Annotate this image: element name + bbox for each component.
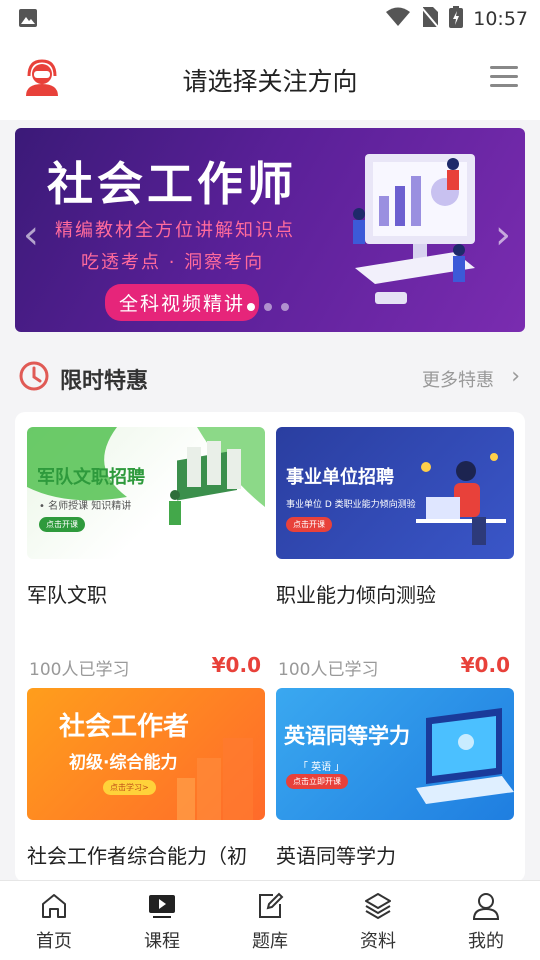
course-thumbnail: 军队文职招聘 • 名师授课 知识精讲 点击开课 (27, 427, 265, 559)
banner-title: 社会工作师 (47, 157, 297, 211)
section-title: 限时特惠 (60, 369, 149, 394)
thumbnail-subtitle: 「 英语 」 (298, 762, 345, 773)
course-name: 职业能力倾向测验 (276, 583, 436, 607)
layers-icon (365, 893, 391, 920)
thumbnail-title: 事业单位招聘 (286, 467, 394, 488)
banner-tagline: 吃透考点 · 洞察考向 (81, 252, 265, 273)
banner-subtitle: 精编教材全方位讲解知识点 (55, 220, 295, 241)
banner-next-arrow[interactable]: › (495, 212, 511, 258)
course-thumbnail: 事业单位招聘 事业单位 D 类职业能力倾向测验 点击开课 (276, 427, 514, 559)
wifi-icon (385, 7, 411, 31)
course-name: 社会工作者综合能力（初 (27, 844, 247, 868)
banner-dot[interactable] (247, 303, 255, 311)
course-thumbnail: 英语同等学力 「 英语 」 点击立即开课 (276, 688, 514, 820)
course-price: ¥0.0 (211, 653, 261, 677)
tab-label: 首页 (36, 931, 72, 952)
thumbnail-button: 点击开课 (39, 517, 85, 532)
promo-banner[interactable]: 社会工作师 精编教材全方位讲解知识点 吃透考点 · 洞察考向 全科视频精讲 ‹ … (15, 128, 525, 332)
thumbnail-subtitle: • 名师授课 知识精讲 (39, 501, 132, 512)
learner-count: 100人已学习 (29, 660, 130, 680)
gallery-notification-icon (18, 8, 38, 32)
tab-question-bank[interactable]: 题库 (216, 881, 324, 960)
status-bar: 10:57 (0, 0, 540, 36)
course-price: ¥0.0 (460, 653, 510, 677)
tab-label: 课程 (144, 931, 180, 952)
chevron-right-icon[interactable]: › (511, 364, 520, 389)
tab-label: 题库 (252, 931, 288, 952)
thumbnail-subtitle: 初级·综合能力 (69, 753, 178, 773)
home-icon (42, 894, 66, 918)
course-thumbnail: 社会工作者 初级·综合能力 点击学习> (27, 688, 265, 820)
banner-illustration (353, 154, 475, 304)
thumbnail-button: 点击立即开课 (286, 774, 348, 789)
tab-materials[interactable]: 资料 (324, 881, 432, 960)
tab-profile[interactable]: 我的 (432, 881, 540, 960)
thumbnail-title: 社会工作者 (59, 712, 190, 742)
edit-icon (259, 892, 284, 918)
thumbnail-title: 军队文职招聘 (37, 467, 145, 488)
tab-label: 我的 (468, 931, 504, 952)
header: 请选择关注方向 (0, 36, 540, 120)
tab-courses[interactable]: 课程 (108, 881, 216, 960)
battery-charging-icon (449, 6, 464, 32)
course-name: 英语同等学力 (276, 844, 396, 868)
video-icon (149, 895, 175, 918)
banner-dot[interactable] (281, 303, 289, 311)
thumbnail-button: 点击开课 (286, 517, 332, 532)
no-sim-icon (421, 6, 439, 32)
learner-count: 100人已学习 (278, 660, 379, 680)
menu-icon[interactable] (490, 66, 518, 88)
banner-pagination (247, 303, 289, 311)
more-deals-link[interactable]: 更多特惠 (422, 366, 494, 392)
clock-icon (18, 360, 50, 392)
status-time: 10:57 (473, 8, 528, 30)
thumbnail-subtitle: 事业单位 D 类职业能力倾向测验 (286, 500, 416, 510)
tab-home[interactable]: 首页 (0, 881, 108, 960)
thumbnail-title: 英语同等学力 (284, 724, 410, 748)
course-name: 军队文职 (27, 583, 107, 607)
section-header: 限时特惠 更多特惠 › (0, 350, 540, 406)
course-panel: 军队文职招聘 • 名师授课 知识精讲 点击开课 军队文职 100人已学习 ¥0.… (15, 412, 525, 882)
banner-prev-arrow[interactable]: ‹ (23, 212, 39, 258)
page-title: 请选择关注方向 (182, 67, 358, 96)
banner-dot[interactable] (264, 303, 272, 311)
banner-pill: 全科视频精讲 (105, 284, 260, 321)
thumbnail-button: 点击学习> (103, 780, 156, 795)
bottom-tab-bar: 首页 课程 题库 资料 我的 (0, 880, 540, 960)
user-icon (472, 893, 500, 920)
tab-label: 资料 (360, 931, 396, 952)
